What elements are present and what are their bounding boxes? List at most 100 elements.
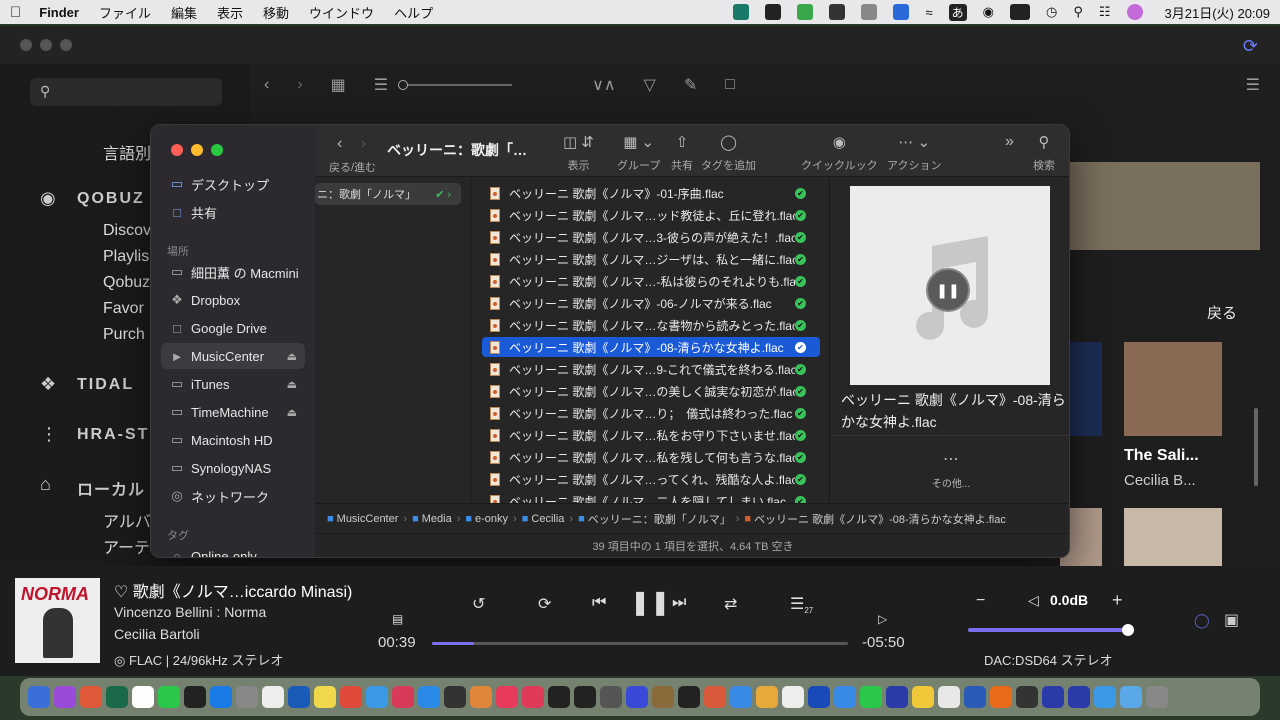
file-row[interactable]: ベッリーニ 歌劇《ノルマ…9-これで儀式を終わる.flac ✔ bbox=[482, 359, 820, 379]
dock-app-icon[interactable] bbox=[938, 686, 960, 708]
dock-app-icon[interactable] bbox=[522, 686, 544, 708]
zoom-button[interactable] bbox=[211, 144, 223, 156]
sidebar-item-synologynas[interactable]: ▭ SynologyNAS bbox=[161, 455, 305, 481]
album-artist[interactable]: Cecilia B... bbox=[1124, 472, 1196, 489]
minimize-button[interactable] bbox=[191, 144, 203, 156]
sidebar-item-google-drive[interactable]: □ Google Drive bbox=[161, 315, 305, 341]
back-arrow-icon[interactable]: ‹ bbox=[337, 135, 342, 152]
file-row[interactable]: ベッリーニ 歌劇《ノルマ…ジーザは、私と一緒に.flac ✔ bbox=[482, 249, 820, 269]
dock-app-icon[interactable] bbox=[652, 686, 674, 708]
sidebar-item-by-language[interactable]: 言語別 bbox=[103, 140, 151, 164]
sidebar-item-favorites[interactable]: Favor bbox=[103, 300, 144, 318]
dock-app-icon[interactable] bbox=[54, 686, 76, 708]
equalizer-icon[interactable]: ☰ bbox=[1246, 75, 1260, 95]
dock-app-icon[interactable] bbox=[496, 686, 518, 708]
eudic-status-icon[interactable] bbox=[733, 4, 750, 20]
path-item[interactable]: Cecilia bbox=[531, 513, 564, 525]
sidebar-item-purchases[interactable]: Purch bbox=[103, 326, 145, 344]
sidebar-section-hra[interactable]: HRA-ST bbox=[77, 426, 149, 444]
menu-edit[interactable]: 編集 bbox=[171, 3, 197, 22]
siri-icon[interactable] bbox=[1126, 4, 1143, 20]
wifi-icon[interactable]: ≈ bbox=[925, 5, 932, 20]
dock-app-icon[interactable] bbox=[704, 686, 726, 708]
album-title[interactable]: The Sali... bbox=[1124, 447, 1199, 465]
dropbox-status-icon[interactable] bbox=[829, 4, 846, 20]
dock-app-icon[interactable] bbox=[444, 686, 466, 708]
close-button[interactable] bbox=[20, 39, 32, 51]
menu-view[interactable]: 表示 bbox=[217, 3, 243, 22]
sidebar-item-dropbox[interactable]: ❖ Dropbox bbox=[161, 287, 305, 313]
dock-app-icon[interactable] bbox=[418, 686, 440, 708]
dock-app-icon[interactable] bbox=[340, 686, 362, 708]
file-row[interactable]: ベッリーニ 歌劇《ノルマ…ってくれ、残酷な人よ.flac ✔ bbox=[482, 469, 820, 489]
search-input[interactable]: ⚲ bbox=[30, 78, 222, 106]
file-row[interactable]: ベッリーニ 歌劇《ノルマ》-06-ノルマが来る.flac ✔ bbox=[482, 293, 820, 313]
queue-icon[interactable]: ☰27 bbox=[790, 594, 813, 615]
edit-list-icon[interactable]: ✎ bbox=[684, 75, 697, 95]
speaker-device-icon[interactable]: ▣ bbox=[1224, 610, 1239, 630]
dock-app-icon[interactable] bbox=[678, 686, 700, 708]
dock-app-icon[interactable] bbox=[990, 686, 1012, 708]
dock-app-icon[interactable] bbox=[834, 686, 856, 708]
eject-icon[interactable]: ⏏ bbox=[287, 378, 297, 391]
track-title[interactable]: ♡ 歌劇《ノルマ…iccardo Minasi) bbox=[114, 578, 352, 602]
dock-app-icon[interactable] bbox=[366, 686, 388, 708]
menu-app-name[interactable]: Finder bbox=[39, 5, 79, 20]
repeat-icon[interactable]: ⟳ bbox=[538, 594, 551, 614]
action-button[interactable]: ⋯ ⌄ アクション bbox=[887, 133, 941, 173]
dock-app-icon[interactable] bbox=[106, 686, 128, 708]
dock-app-icon[interactable] bbox=[184, 686, 206, 708]
dock-app-icon[interactable] bbox=[158, 686, 180, 708]
next-track-icon[interactable]: ⏭ bbox=[672, 594, 686, 612]
menu-clock[interactable]: 3月21日(火) 20:09 bbox=[1165, 3, 1271, 22]
menu-help[interactable]: ヘルプ bbox=[394, 3, 433, 22]
search-button[interactable]: ⚲ 検索 bbox=[1033, 133, 1055, 173]
track-artist[interactable]: Vincenzo Bellini : Norma bbox=[114, 604, 266, 620]
zoom-button[interactable] bbox=[60, 39, 72, 51]
sidebar-section-tidal[interactable]: TIDAL bbox=[77, 376, 134, 394]
share-button[interactable]: ⇧ 共有 bbox=[671, 133, 693, 173]
dock-app-icon[interactable] bbox=[964, 686, 986, 708]
quicklook-button[interactable]: ◉ クイックルック bbox=[801, 133, 878, 173]
file-row[interactable]: ベッリーニ 歌劇《ノルマ…私をお守り下さいませ.flac ✔ bbox=[482, 425, 820, 445]
close-button[interactable] bbox=[171, 144, 183, 156]
sidebar-item-macmini[interactable]: ▭ 細田薫 の Macmini bbox=[161, 259, 305, 285]
sidebar-section-qobuz[interactable]: QOBUZ bbox=[77, 190, 145, 208]
dock-app-icon[interactable] bbox=[470, 686, 492, 708]
lock-icon[interactable]: ◯ bbox=[1194, 612, 1210, 629]
add-tag-button[interactable]: ◯ タグを追加 bbox=[701, 133, 756, 173]
volume-slider[interactable] bbox=[968, 628, 1128, 632]
control-center-icon[interactable]: ☷ bbox=[1099, 4, 1111, 20]
sidebar-item-artists[interactable]: アーテ bbox=[103, 534, 150, 558]
dock-app-icon[interactable] bbox=[730, 686, 752, 708]
folder-item-norma[interactable]: ニ：歌劇「ノルマ」 ✔ › bbox=[315, 183, 461, 205]
disk-status-icon[interactable] bbox=[861, 4, 878, 20]
sidebar-item-albums[interactable]: アルバ bbox=[103, 508, 151, 532]
repeat-mode-icon[interactable]: ⟳ bbox=[1243, 36, 1258, 57]
time-machine-icon[interactable]: ◷ bbox=[1046, 4, 1057, 20]
dock-app-icon[interactable] bbox=[236, 686, 258, 708]
dock-app-icon[interactable] bbox=[782, 686, 804, 708]
volume-down-button[interactable]: − bbox=[976, 592, 985, 610]
file-row[interactable]: ベッリーニ 歌劇《ノルマ…-私は彼らのそれよりも.flac ✔ bbox=[482, 271, 820, 291]
sidebar-section-local[interactable]: ローカル bbox=[77, 476, 145, 500]
app-status-icon[interactable] bbox=[765, 4, 782, 20]
dock-app-icon[interactable] bbox=[1042, 686, 1064, 708]
shuffle-icon[interactable]: ⇄ bbox=[724, 594, 737, 614]
progress-slider[interactable] bbox=[432, 642, 848, 645]
volume-knob[interactable] bbox=[1122, 624, 1134, 636]
apple-menu-icon[interactable]:  bbox=[10, 4, 21, 21]
more-toolbar-icon[interactable]: » bbox=[1005, 133, 1014, 151]
dock-app-icon[interactable] bbox=[288, 686, 310, 708]
pause-button[interactable]: ❚❚ bbox=[926, 268, 970, 312]
memory-status-icon[interactable] bbox=[1009, 4, 1030, 20]
sidebar-item-timemachine[interactable]: ▭ TimeMachine ⏏ bbox=[161, 399, 305, 425]
user-icon[interactable]: ◉ bbox=[983, 4, 994, 20]
volume-up-button[interactable]: + bbox=[1112, 590, 1123, 611]
album-cover[interactable]: NORMA bbox=[15, 578, 100, 663]
grid-view-icon[interactable]: ▦ bbox=[331, 75, 346, 95]
sidebar-item-tag[interactable]: ○ Online-only bbox=[161, 543, 305, 558]
dock-app-icon[interactable] bbox=[314, 686, 336, 708]
input-method-icon[interactable]: あ bbox=[948, 3, 967, 21]
sidebar-item-discover[interactable]: Discov bbox=[103, 222, 151, 240]
